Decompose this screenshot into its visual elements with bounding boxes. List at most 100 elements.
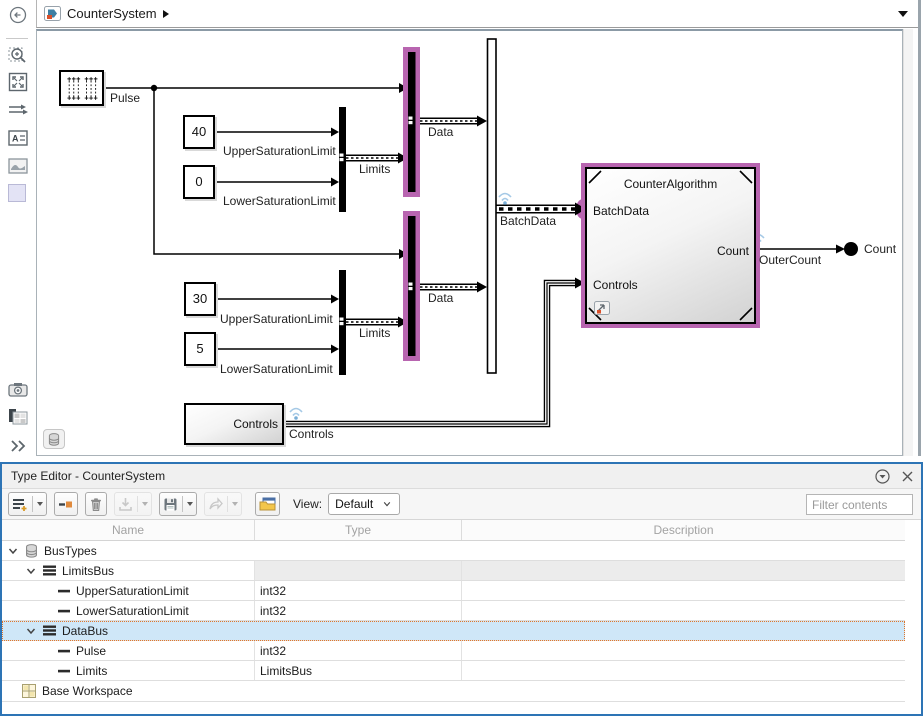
zoom-region-icon[interactable]	[8, 45, 28, 65]
row-type	[255, 681, 462, 701]
table-row-databus[interactable]: DataBus	[2, 621, 905, 641]
database-icon	[25, 544, 38, 558]
block-label-pulse[interactable]: Pulse	[110, 91, 140, 105]
table-row-bustypes[interactable]: BusTypes	[2, 541, 905, 561]
signal-element-icon	[58, 589, 70, 593]
table-row-pulse[interactable]: Pulse int32	[2, 641, 905, 661]
signal-label-data-1[interactable]: Data	[428, 125, 453, 139]
close-panel-icon[interactable]	[902, 471, 913, 482]
column-header-description: Description	[462, 520, 905, 540]
filter-contents-input[interactable]	[806, 494, 913, 515]
signal-label-controls[interactable]: Controls	[289, 427, 334, 441]
column-header-type: Type	[255, 520, 462, 540]
row-name: LowerSaturationLimit	[76, 604, 189, 618]
open-dialog-button[interactable]	[255, 492, 280, 516]
annotation-icon[interactable]: A	[8, 128, 28, 148]
column-header-name: Name	[2, 520, 255, 540]
model-canvas[interactable]: Pulse 40 UpperSaturationLimit 0 LowerSat…	[36, 29, 903, 456]
constant-block-0[interactable]: 0	[183, 165, 215, 199]
row-type[interactable]: int32	[255, 581, 462, 600]
table-row-lowersaturationlimit[interactable]: LowerSaturationLimit int32	[2, 601, 905, 621]
breadcrumb-arrow-icon	[163, 10, 169, 18]
row-type[interactable]: int32	[255, 601, 462, 620]
screenshot-icon[interactable]	[8, 380, 28, 400]
model-reference-badge-icon	[594, 301, 610, 316]
row-name: Base Workspace	[42, 684, 133, 698]
save-button[interactable]	[159, 492, 197, 516]
delete-button[interactable]	[85, 492, 107, 516]
row-name: UpperSaturationLimit	[76, 584, 189, 598]
breadcrumb-model-name[interactable]: CounterSystem	[67, 6, 157, 21]
chevron-expanded-icon[interactable]	[26, 626, 36, 636]
signal-label-lowersaturationlimit-1[interactable]: LowerSaturationLimit	[223, 194, 336, 208]
signal-label-limits-2[interactable]: Limits	[359, 326, 390, 340]
table-row-base-workspace[interactable]: Base Workspace	[2, 681, 905, 702]
type-editor-table: Name Type Description BusTypes	[2, 520, 921, 714]
row-type	[255, 561, 462, 580]
svg-text:A: A	[12, 134, 19, 144]
signal-label-lowersaturationlimit-2[interactable]: LowerSaturationLimit	[220, 362, 333, 376]
row-type	[255, 541, 462, 560]
row-desc[interactable]	[462, 581, 905, 600]
canvas-connections	[37, 31, 902, 454]
row-desc	[462, 681, 905, 701]
signal-label-uppersaturationlimit-1[interactable]: UpperSaturationLimit	[223, 144, 336, 158]
counter-algorithm-block[interactable]: CounterAlgorithm BatchData Controls Coun…	[585, 167, 756, 324]
add-bus-button[interactable]	[8, 492, 47, 516]
table-row-limitsbus[interactable]: LimitsBus	[2, 561, 905, 581]
row-desc[interactable]	[462, 601, 905, 620]
chevron-down-icon	[383, 500, 391, 508]
signal-element-icon	[58, 669, 70, 673]
view-label: View:	[293, 497, 322, 511]
minimize-panel-icon[interactable]	[875, 469, 890, 484]
table-row-uppersaturationlimit[interactable]: UpperSaturationLimit int32	[2, 581, 905, 601]
area-icon[interactable]	[8, 184, 26, 202]
table-row-limits[interactable]: Limits LimitsBus	[2, 661, 905, 681]
breadcrumb-bar: CounterSystem	[0, 0, 923, 28]
breadcrumb[interactable]: CounterSystem	[36, 0, 920, 28]
back-icon[interactable]	[9, 6, 27, 24]
signal-element-icon	[58, 649, 70, 653]
canvas-scrollbar[interactable]	[903, 29, 913, 456]
bus-icon	[43, 625, 56, 636]
type-editor-titlebar[interactable]: Type Editor - CounterSystem	[2, 464, 921, 489]
fit-view-icon[interactable]	[8, 72, 28, 92]
row-type[interactable]: int32	[255, 641, 462, 660]
signal-label-data-2[interactable]: Data	[428, 291, 453, 305]
signal-label-batchdata[interactable]: BatchData	[500, 214, 556, 228]
palette-icon[interactable]	[8, 407, 28, 427]
row-desc[interactable]	[462, 661, 905, 680]
signal-label-limits-1[interactable]: Limits	[359, 162, 390, 176]
row-desc[interactable]	[462, 641, 905, 660]
image-icon[interactable]	[8, 156, 28, 176]
view-select[interactable]: Default	[328, 493, 400, 515]
row-name: BusTypes	[44, 544, 97, 558]
constant-block-5[interactable]: 5	[184, 332, 216, 366]
signal-label-uppersaturationlimit-2[interactable]: UpperSaturationLimit	[220, 312, 333, 326]
row-desc	[462, 561, 905, 580]
bus-icon	[43, 565, 56, 576]
model-icon	[44, 6, 61, 21]
row-type[interactable]: LimitsBus	[255, 661, 462, 680]
pulse-generator-block[interactable]	[59, 70, 104, 106]
chevron-expanded-icon[interactable]	[26, 566, 36, 576]
row-name: DataBus	[62, 624, 108, 638]
workspace-icon	[22, 684, 36, 698]
route-signals-icon[interactable]	[8, 100, 28, 120]
chevron-expanded-icon[interactable]	[8, 546, 18, 556]
signal-label-outercount[interactable]: OuterCount	[759, 253, 821, 267]
row-name: LimitsBus	[62, 564, 114, 578]
share-button[interactable]	[204, 492, 242, 516]
constant-block-40[interactable]: 40	[183, 115, 215, 149]
type-editor-badge[interactable]	[43, 429, 65, 449]
divider	[6, 38, 28, 39]
controls-block[interactable]: Controls	[184, 403, 284, 445]
controls-block-label: Controls	[233, 417, 282, 431]
import-button[interactable]	[114, 492, 152, 516]
constant-block-30[interactable]: 30	[184, 282, 216, 316]
outport-label-count[interactable]: Count	[864, 242, 896, 256]
add-bus-element-button[interactable]	[54, 492, 78, 516]
expand-icon[interactable]	[8, 436, 28, 456]
row-name: Limits	[76, 664, 107, 678]
breadcrumb-dropdown-icon[interactable]	[898, 11, 908, 17]
